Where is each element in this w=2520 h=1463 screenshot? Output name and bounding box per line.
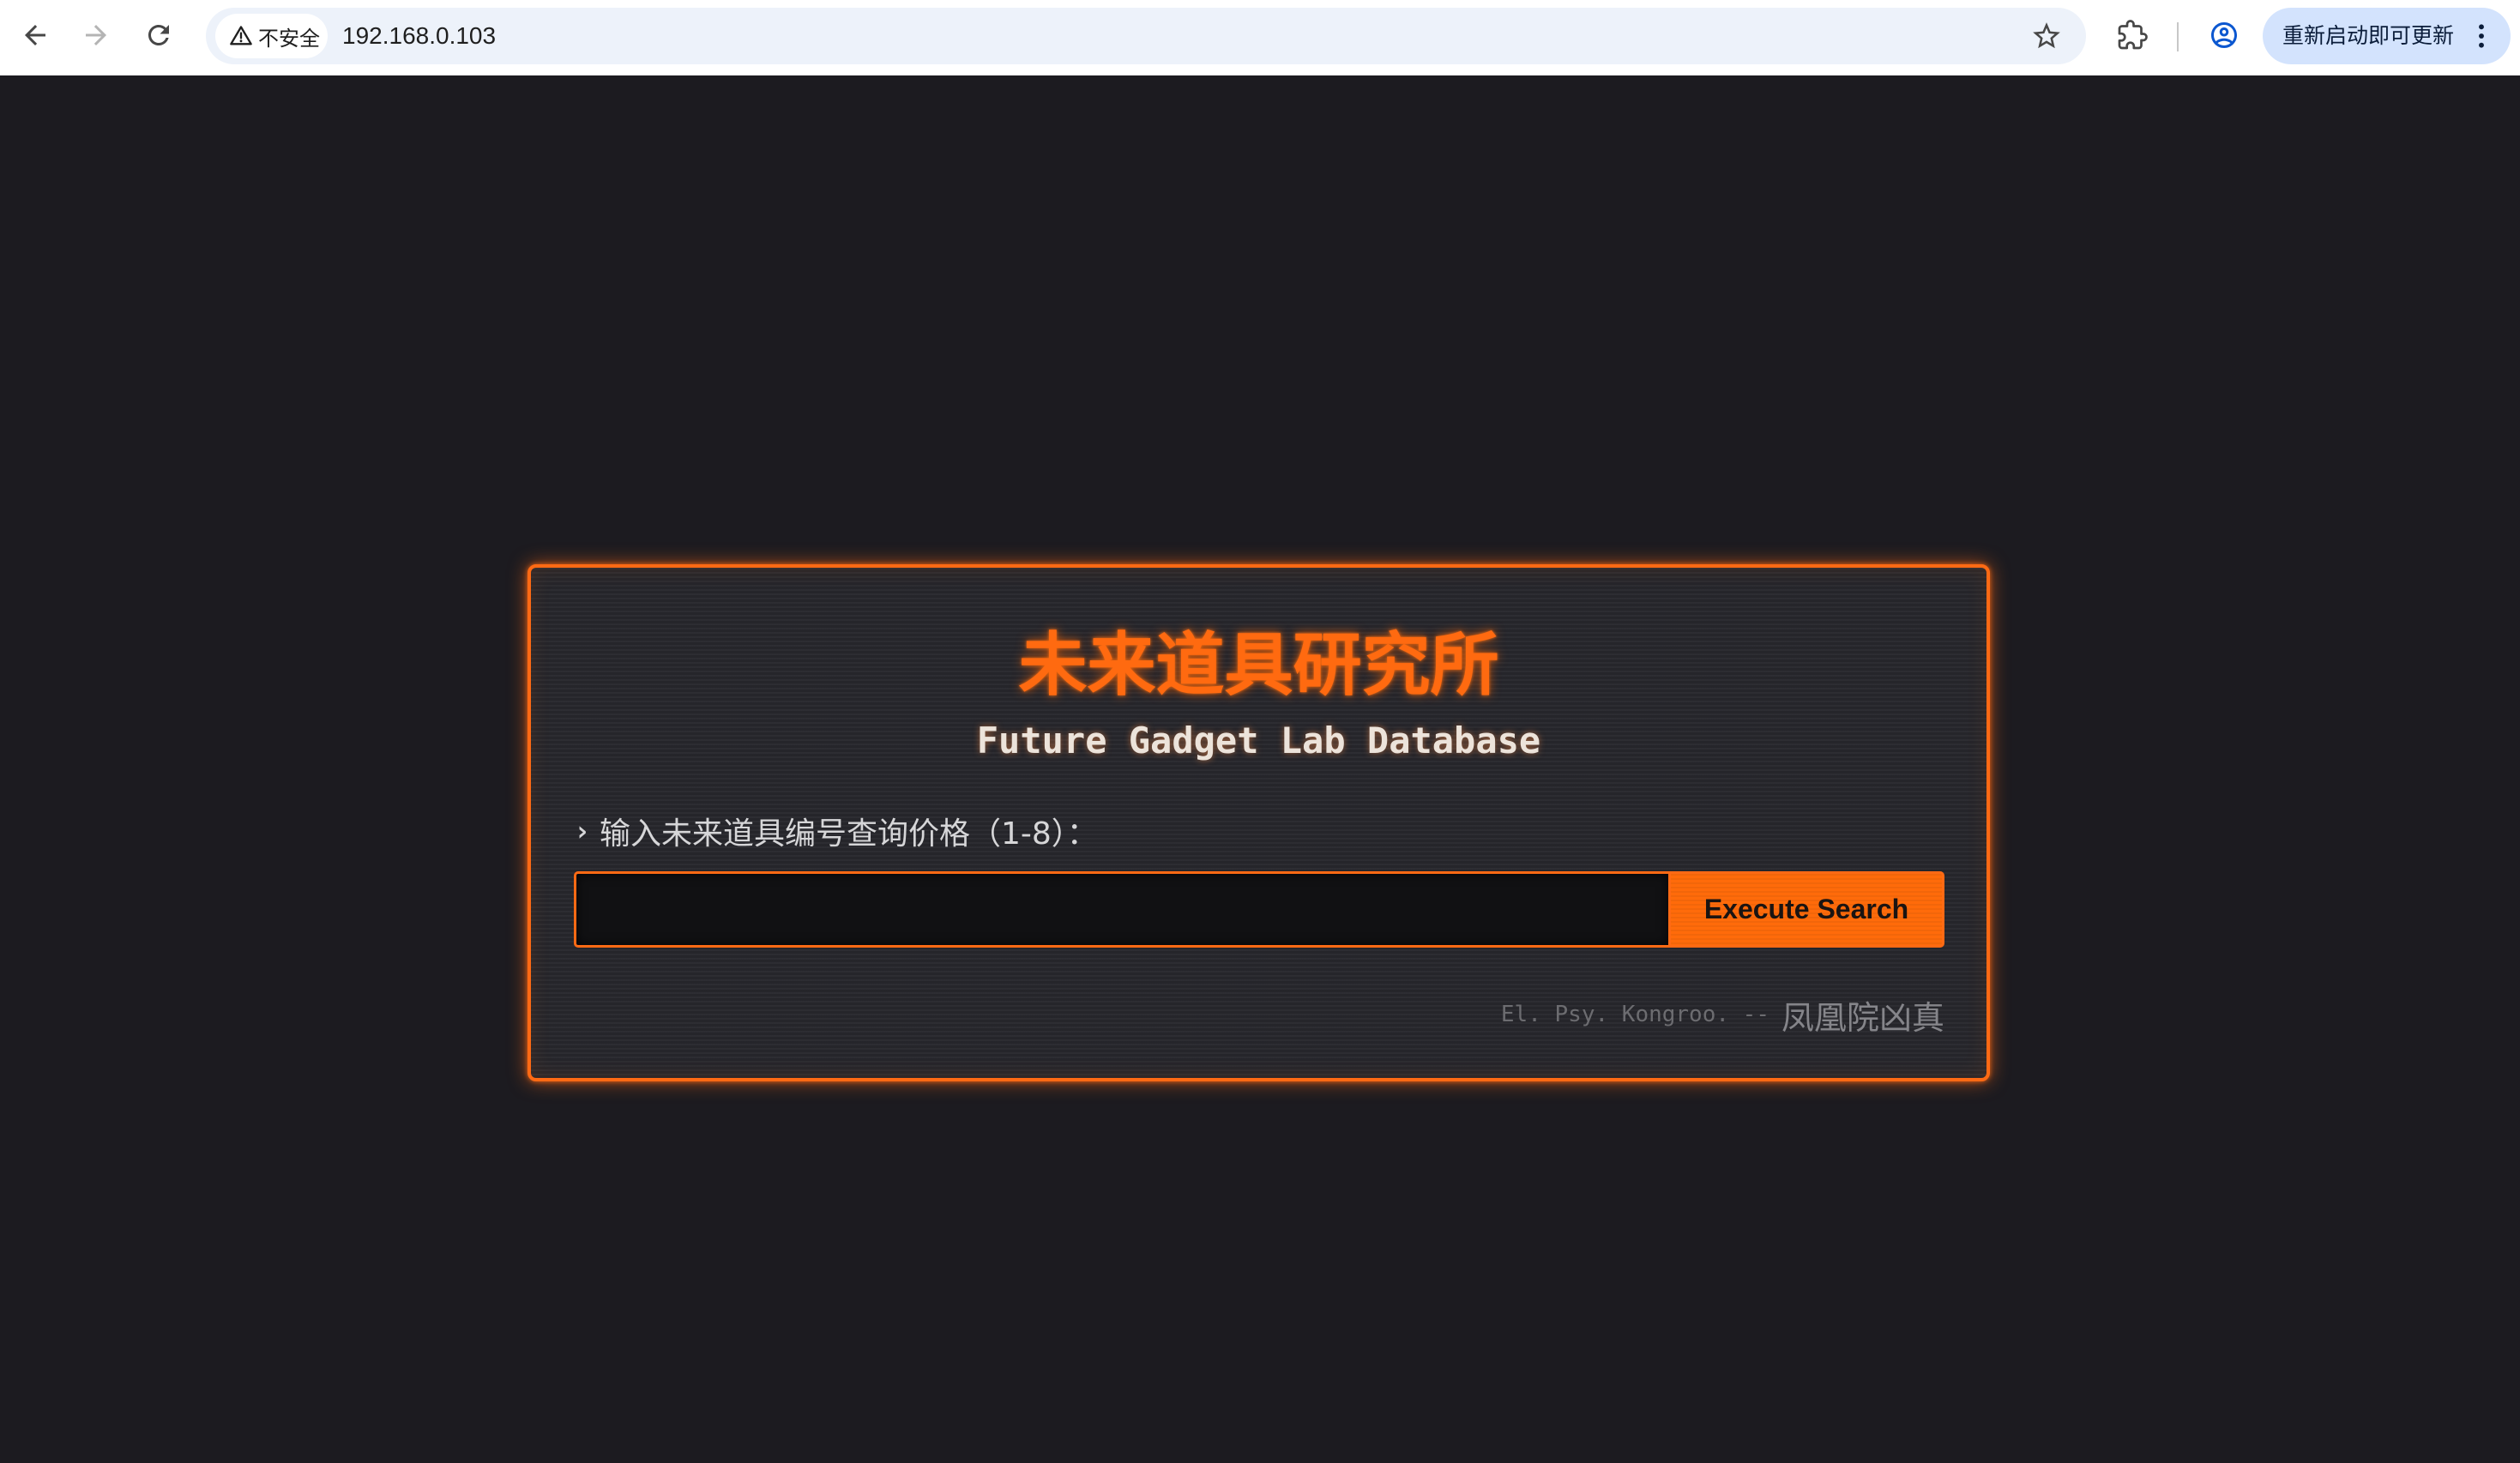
terminal-panel: 未来道具研究所 Future Gadget Lab Database › 输入未… bbox=[528, 564, 1990, 1081]
prompt-chevron-icon: › bbox=[574, 815, 591, 847]
relaunch-update-button[interactable]: 重新启动即可更新 bbox=[2263, 8, 2511, 64]
bookmark-button[interactable] bbox=[2030, 20, 2063, 52]
execute-search-button[interactable]: Execute Search bbox=[1668, 871, 1944, 948]
address-bar[interactable]: 不安全 192.168.0.103 bbox=[206, 8, 2086, 64]
account-circle-icon bbox=[2211, 22, 2237, 48]
security-chip-label: 不安全 bbox=[258, 26, 320, 51]
profile-button[interactable] bbox=[2209, 20, 2240, 51]
relaunch-update-label: 重新启动即可更新 bbox=[2282, 23, 2455, 48]
page-subtitle: Future Gadget Lab Database bbox=[976, 719, 1541, 762]
puzzle-icon bbox=[2118, 20, 2148, 50]
extensions-button[interactable] bbox=[2117, 20, 2148, 51]
browser-toolbar: 不安全 192.168.0.103 重新启动即可更新 bbox=[0, 0, 2520, 75]
page-title: 未来道具研究所 bbox=[1018, 625, 1499, 705]
arrow-left-icon bbox=[25, 25, 45, 45]
kebab-menu-icon bbox=[2479, 24, 2484, 48]
footer-signature: 凤凰院凶真 bbox=[1781, 998, 1944, 1037]
search-form: Execute Search bbox=[574, 871, 1944, 948]
back-button[interactable] bbox=[20, 20, 51, 51]
reload-button[interactable] bbox=[143, 20, 174, 51]
footer-quote-text: El. Psy. Kongroo. -- bbox=[1500, 1002, 1769, 1027]
star-icon bbox=[2033, 22, 2060, 49]
page-viewport: 未来道具研究所 Future Gadget Lab Database › 输入未… bbox=[0, 75, 2520, 1463]
security-chip[interactable]: 不安全 bbox=[215, 14, 328, 58]
forward-button[interactable] bbox=[81, 20, 112, 51]
prompt-label: 输入未来道具编号查询价格（1-8）： bbox=[600, 816, 1098, 852]
url-text[interactable]: 192.168.0.103 bbox=[342, 8, 496, 64]
toolbar-separator bbox=[2177, 22, 2179, 51]
reload-icon bbox=[148, 24, 169, 45]
footer-quote: El. Psy. Kongroo. -- 凤凰院凶真 bbox=[1500, 993, 1944, 1037]
gadget-id-input[interactable] bbox=[574, 871, 1668, 948]
warning-triangle-icon bbox=[230, 26, 252, 45]
arrow-right-icon bbox=[86, 25, 106, 45]
browser-menu-button[interactable] bbox=[2474, 22, 2489, 50]
search-prompt: › 输入未来道具编号查询价格（1-8）： bbox=[574, 812, 1098, 852]
